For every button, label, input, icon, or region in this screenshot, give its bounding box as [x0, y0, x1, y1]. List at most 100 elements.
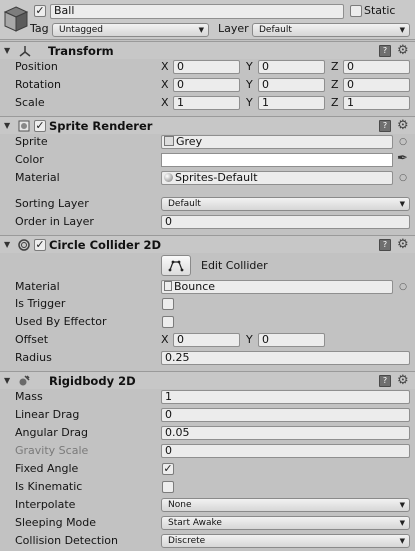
is-trigger-checkbox[interactable]	[162, 298, 174, 310]
gear-icon[interactable]: ⚙	[397, 238, 409, 251]
object-name-field[interactable]: Ball	[50, 4, 344, 19]
mass-field[interactable]: 1	[161, 390, 410, 404]
layer-value: Default	[259, 25, 292, 35]
sorting-layer-value: Default	[168, 199, 201, 209]
layer-label: Layer	[218, 22, 249, 35]
fold-arrow-icon[interactable]: ▼	[4, 240, 10, 250]
radius-field[interactable]: 0.25	[161, 351, 410, 365]
circle-collider-enabled-checkbox[interactable]: ✓	[34, 239, 46, 251]
fixed-angle-label: Fixed Angle	[15, 462, 79, 475]
gameobject-header: ✓ Ball Static Tag Untagged ▼ Layer Defaul…	[0, 0, 415, 40]
material-value: Sprites-Default	[175, 171, 258, 184]
help-book-icon[interactable]: ?	[379, 45, 391, 57]
axis-y-label: Y	[246, 333, 253, 346]
gear-icon[interactable]: ⚙	[397, 374, 409, 387]
collider-material-label: Material	[15, 280, 60, 293]
axes-icon	[19, 45, 31, 57]
axis-y-label: Y	[246, 60, 253, 73]
angular-drag-label: Angular Drag	[15, 426, 88, 439]
position-x-field[interactable]: 0	[173, 60, 240, 74]
tag-dropdown[interactable]: Untagged ▼	[52, 23, 209, 37]
scale-y-field[interactable]: 1	[258, 96, 325, 110]
used-by-effector-checkbox[interactable]	[162, 316, 174, 328]
mass-label: Mass	[15, 390, 43, 403]
fixed-angle-checkbox[interactable]: ✓	[162, 463, 174, 475]
material-field[interactable]: Sprites-Default	[161, 171, 393, 185]
sprite-asset-icon	[164, 136, 174, 146]
order-in-layer-label: Order in Layer	[15, 215, 94, 228]
material-label: Material	[15, 171, 60, 184]
used-by-effector-label: Used By Effector	[15, 315, 107, 328]
scale-x-field[interactable]: 1	[173, 96, 240, 110]
axis-y-label: Y	[246, 78, 253, 91]
fold-arrow-icon[interactable]: ▼	[4, 121, 10, 131]
linear-drag-label: Linear Drag	[15, 408, 80, 421]
linear-drag-field[interactable]: 0	[161, 408, 410, 422]
sprite-field[interactable]: Grey	[161, 135, 393, 149]
position-y-field[interactable]: 0	[258, 60, 325, 74]
gravity-scale-label: Gravity Scale	[15, 444, 89, 457]
collider-material-field[interactable]: Bounce	[161, 280, 393, 294]
transform-header[interactable]: ▼ Transform ? ⚙	[0, 41, 415, 59]
tag-label: Tag	[30, 22, 49, 35]
sprite-renderer-enabled-checkbox[interactable]: ✓	[34, 120, 46, 132]
is-kinematic-checkbox[interactable]	[162, 481, 174, 493]
static-label: Static	[364, 4, 396, 17]
axis-x-label: X	[161, 333, 169, 346]
rotation-y-field[interactable]: 0	[258, 78, 325, 92]
active-checkbox[interactable]: ✓	[34, 5, 46, 17]
chevron-down-icon: ▼	[399, 519, 405, 527]
order-in-layer-field[interactable]: 0	[161, 215, 410, 229]
axis-z-label: Z	[331, 78, 339, 91]
axis-x-label: X	[161, 78, 169, 91]
position-z-field[interactable]: 0	[343, 60, 410, 74]
axis-z-label: Z	[331, 60, 339, 73]
offset-label: Offset	[15, 333, 49, 346]
angular-drag-field[interactable]: 0.05	[161, 426, 410, 440]
component-title: Rigidbody 2D	[49, 374, 136, 388]
object-picker-icon[interactable]: ○	[399, 135, 407, 149]
circle-collider-header[interactable]: ▼ ✓ Circle Collider 2D ? ⚙	[0, 235, 415, 253]
help-book-icon[interactable]: ?	[379, 120, 391, 132]
tag-value: Untagged	[59, 25, 104, 35]
sprite-value: Grey	[176, 135, 203, 148]
static-checkbox[interactable]	[350, 5, 362, 17]
interpolate-label: Interpolate	[15, 498, 76, 511]
layer-dropdown[interactable]: Default ▼	[252, 23, 410, 37]
chevron-down-icon: ▼	[399, 537, 405, 545]
collision-detection-dropdown[interactable]: Discrete ▼	[161, 534, 410, 548]
gravity-scale-field[interactable]: 0	[161, 444, 410, 458]
rigidbody-icon	[18, 375, 30, 387]
material-sphere-icon	[164, 173, 173, 182]
chevron-down-icon: ▼	[399, 501, 405, 509]
sprite-renderer-header[interactable]: ▼ ✓ Sprite Renderer ? ⚙	[0, 116, 415, 134]
offset-x-field[interactable]: 0	[173, 333, 240, 347]
sleeping-mode-dropdown[interactable]: Start Awake ▼	[161, 516, 410, 530]
object-picker-icon[interactable]: ○	[399, 171, 407, 185]
rotation-x-field[interactable]: 0	[173, 78, 240, 92]
rigidbody-header[interactable]: ▼ Rigidbody 2D ? ⚙	[0, 371, 415, 389]
color-swatch[interactable]	[161, 153, 393, 167]
component-title: Circle Collider 2D	[49, 238, 162, 252]
axis-x-label: X	[161, 60, 169, 73]
help-book-icon[interactable]: ?	[379, 239, 391, 251]
eyedropper-icon[interactable]: ✒	[397, 152, 408, 166]
gear-icon[interactable]: ⚙	[397, 44, 409, 57]
color-label: Color	[15, 153, 44, 166]
offset-y-field[interactable]: 0	[258, 333, 325, 347]
chevron-down-icon: ▼	[399, 200, 405, 208]
sorting-layer-dropdown[interactable]: Default ▼	[161, 197, 410, 211]
physics-material-icon	[164, 281, 172, 291]
scale-z-field[interactable]: 1	[343, 96, 410, 110]
interpolate-dropdown[interactable]: None ▼	[161, 498, 410, 512]
object-picker-icon[interactable]: ○	[399, 280, 407, 294]
sprite-icon	[18, 120, 30, 132]
gear-icon[interactable]: ⚙	[397, 119, 409, 132]
scale-label: Scale	[15, 96, 45, 109]
fold-arrow-icon[interactable]: ▼	[4, 376, 10, 386]
radius-label: Radius	[15, 351, 52, 364]
help-book-icon[interactable]: ?	[379, 375, 391, 387]
edit-collider-button[interactable]	[161, 255, 191, 276]
rotation-z-field[interactable]: 0	[343, 78, 410, 92]
fold-arrow-icon[interactable]: ▼	[4, 46, 10, 56]
